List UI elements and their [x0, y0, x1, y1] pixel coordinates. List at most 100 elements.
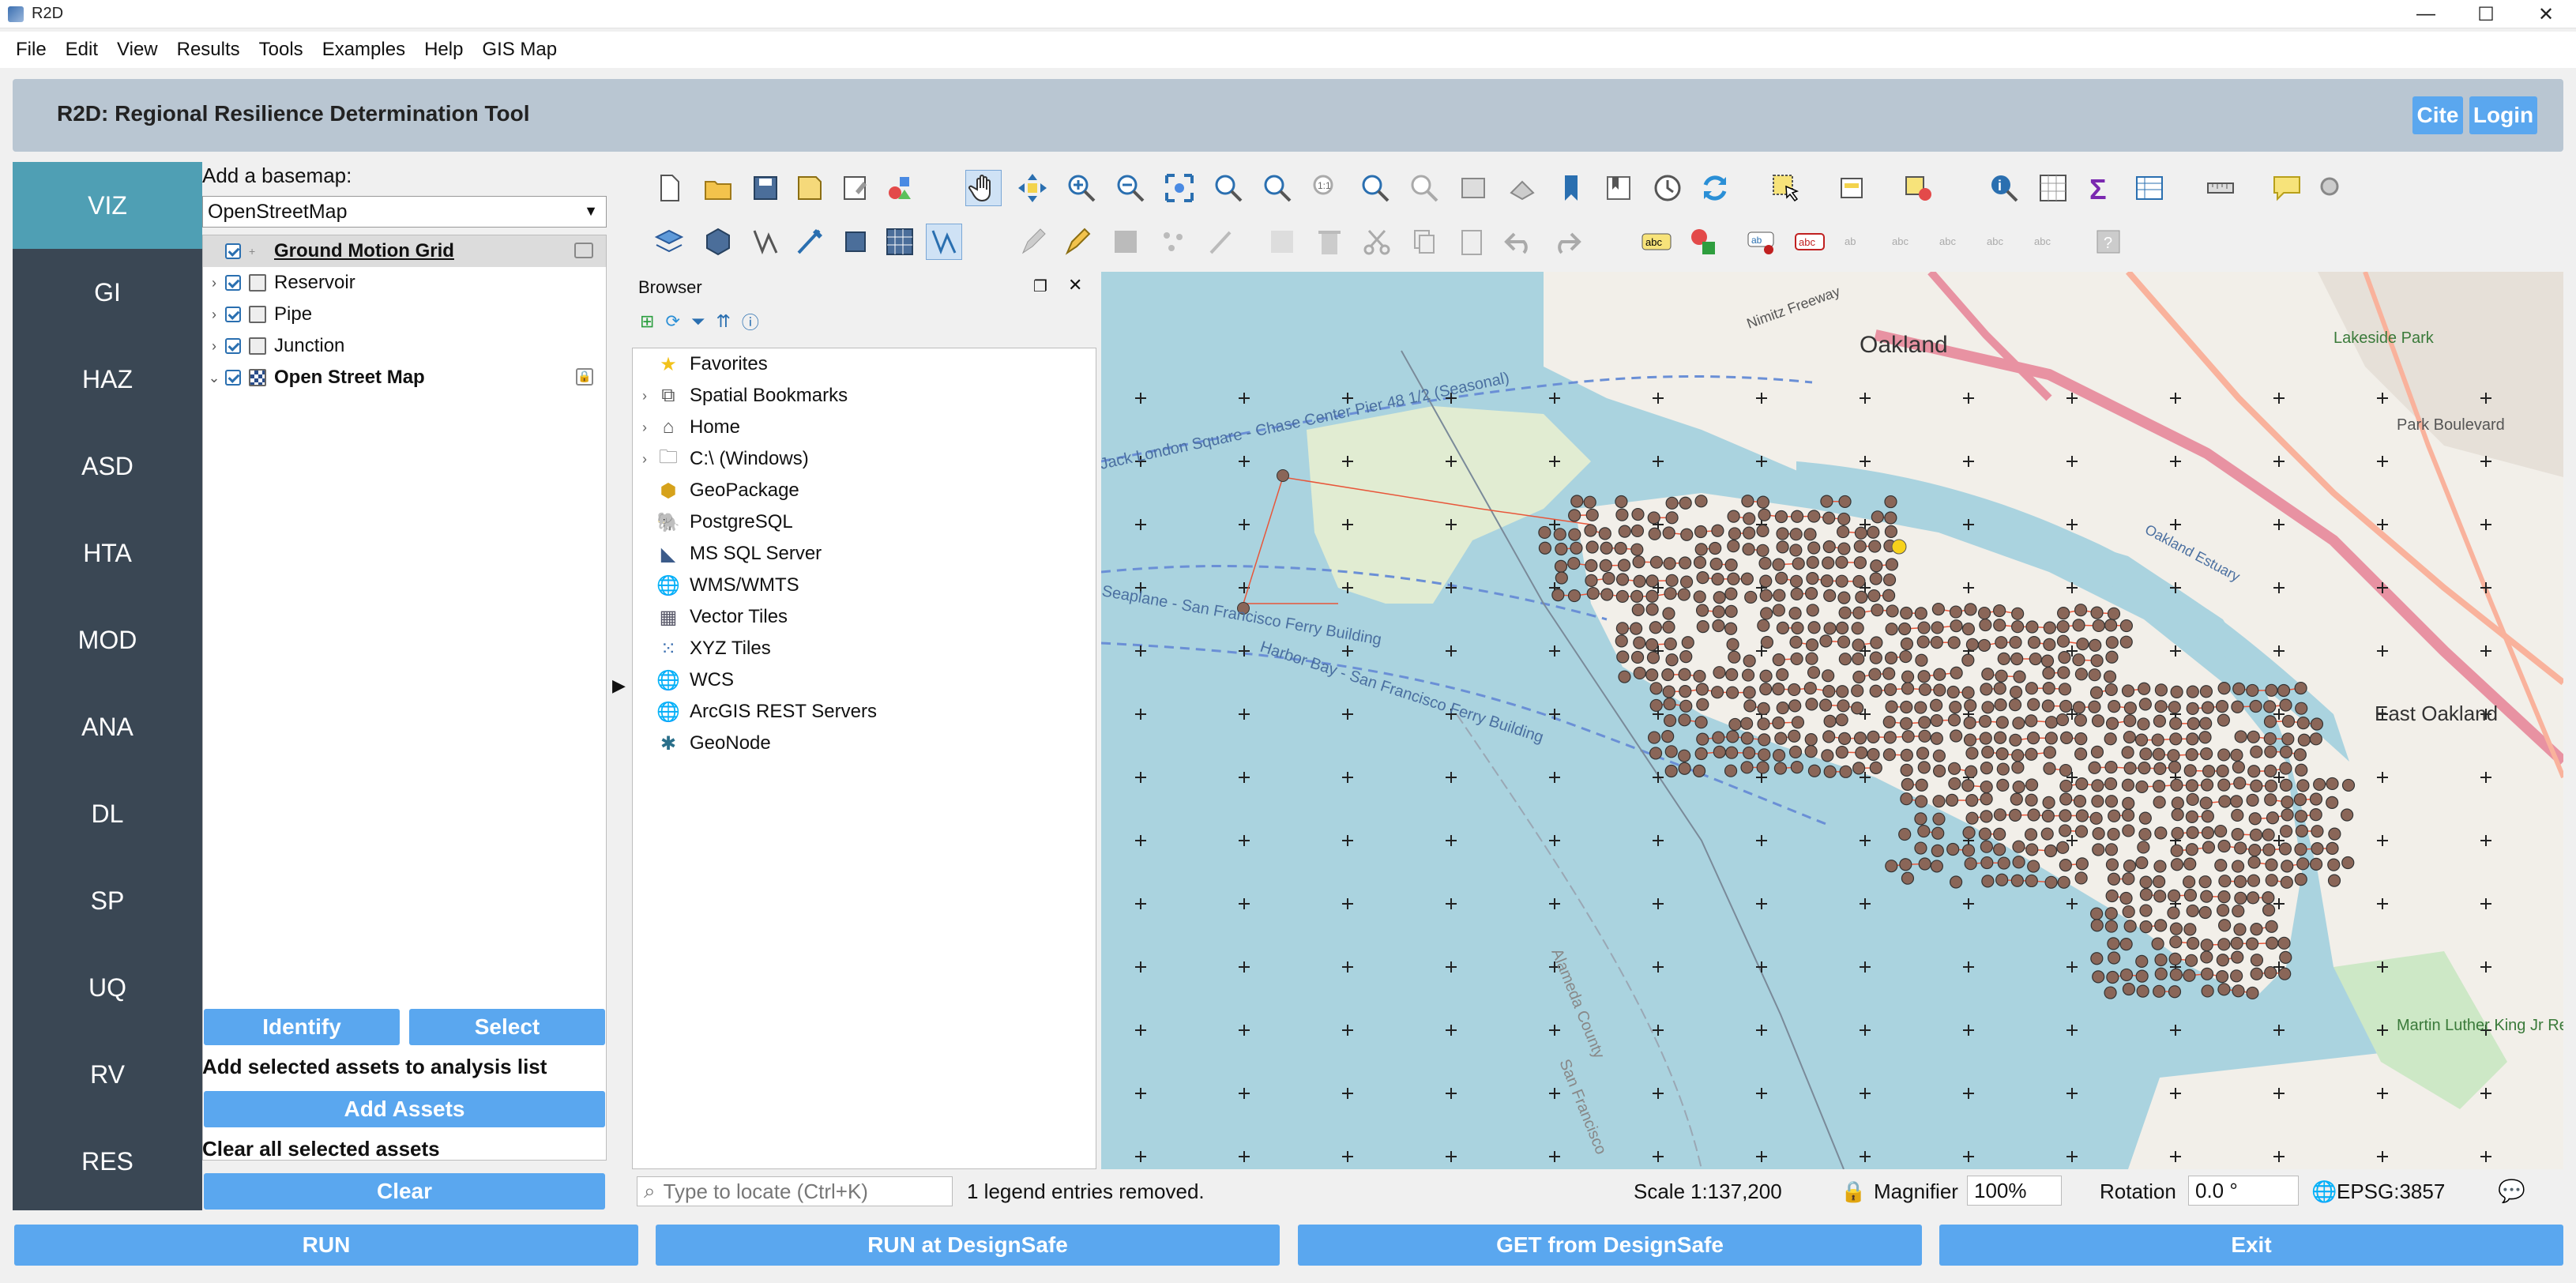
change-label-icon[interactable]: abc	[1981, 224, 2018, 260]
get-designsafe-button[interactable]: GET from DesignSafe	[1298, 1225, 1922, 1266]
lock-icon[interactable]: 🔒	[1841, 1180, 1866, 1204]
label-properties-icon[interactable]: abc	[2029, 224, 2065, 260]
nav-asd[interactable]: ASD	[13, 423, 202, 510]
new-geopackage-layer-icon[interactable]	[700, 224, 736, 260]
delete-selected-icon[interactable]	[1311, 224, 1348, 260]
attribute-table-icon[interactable]	[2131, 170, 2168, 206]
zoom-next-icon[interactable]	[1406, 170, 1442, 206]
browser-item[interactable]: ⬢ GeoPackage	[633, 475, 1096, 506]
deselect-icon[interactable]	[1901, 170, 1937, 206]
nav-viz[interactable]: VIZ	[13, 162, 202, 249]
close-panel-icon[interactable]: ✕	[1068, 275, 1082, 295]
exit-button[interactable]: Exit	[1939, 1225, 2563, 1266]
nav-ana[interactable]: ANA	[13, 683, 202, 770]
chevron-right-icon[interactable]: ›	[203, 275, 225, 292]
show-hide-labels-icon[interactable]: abc	[1886, 224, 1923, 260]
browser-item[interactable]: ⁙ XYZ Tiles	[633, 633, 1096, 664]
menu-results[interactable]: Results	[167, 34, 250, 66]
menu-help[interactable]: Help	[415, 34, 472, 66]
nav-haz[interactable]: HAZ	[13, 336, 202, 423]
chevron-right-icon[interactable]: ›	[203, 307, 225, 323]
browser-item[interactable]: 🐘 PostgreSQL	[633, 506, 1096, 538]
browser-item[interactable]: ★ Favorites	[633, 348, 1096, 380]
show-bookmarks-icon[interactable]	[1600, 170, 1637, 206]
print-layout-icon[interactable]	[837, 170, 874, 206]
layer-row-ground-motion-grid[interactable]: + Ground Motion Grid	[203, 235, 606, 267]
style-manager-icon[interactable]	[882, 170, 918, 206]
add-layer-icon[interactable]	[651, 224, 687, 260]
new-3d-map-icon[interactable]	[1504, 170, 1540, 206]
select-features-icon[interactable]	[1768, 170, 1804, 206]
copy-features-icon[interactable]	[1406, 224, 1442, 260]
chevron-down-icon[interactable]: ⌄	[203, 370, 225, 386]
browser-item[interactable]: › ⧉ Spatial Bookmarks	[633, 380, 1096, 412]
new-bookmark-icon[interactable]	[1553, 170, 1589, 206]
messages-icon[interactable]: 💬	[2498, 1178, 2525, 1204]
nav-uq[interactable]: UQ	[13, 944, 202, 1031]
collapse-all-icon[interactable]: ⇈	[716, 311, 730, 332]
rotate-label-icon[interactable]: abc	[1934, 224, 1970, 260]
nav-sp[interactable]: SP	[13, 857, 202, 944]
diagram-options-icon[interactable]	[1686, 224, 1722, 260]
save-as-icon[interactable]	[792, 170, 828, 206]
new-project-icon[interactable]	[651, 170, 687, 206]
vertex-tool-icon[interactable]	[1204, 224, 1240, 260]
add-feature-icon[interactable]	[1155, 224, 1191, 260]
modify-attributes-icon[interactable]	[1264, 224, 1300, 260]
refresh-icon[interactable]: ⟳	[665, 311, 679, 332]
select-by-value-icon[interactable]	[1834, 170, 1871, 206]
browser-item[interactable]: › ⌂ Home	[633, 412, 1096, 443]
pin-labels-icon[interactable]: ab	[1744, 224, 1781, 260]
chevron-right-icon[interactable]: ›	[203, 338, 225, 355]
browser-item[interactable]: ✱ GeoNode	[633, 728, 1096, 759]
browser-item[interactable]: ▦ Vector Tiles	[633, 601, 1096, 633]
zoom-last-icon[interactable]	[1357, 170, 1393, 206]
layer-row-reservoir[interactable]: › Reservoir	[203, 267, 606, 299]
zoom-to-layer-icon[interactable]	[1259, 170, 1296, 206]
undo-icon[interactable]	[1501, 224, 1537, 260]
layer-visible-checkbox[interactable]	[225, 243, 241, 259]
browser-item[interactable]: 🌐 WMS/WMTS	[633, 570, 1096, 601]
refresh-icon[interactable]	[1697, 170, 1733, 206]
menu-edit[interactable]: Edit	[56, 34, 107, 66]
help-icon[interactable]: ?	[2090, 224, 2127, 260]
zoom-in-icon[interactable]	[1063, 170, 1100, 206]
identify-button[interactable]: Identify	[204, 1009, 400, 1045]
basemap-select[interactable]: OpenStreetMap ▼	[202, 196, 607, 228]
cut-features-icon[interactable]	[1359, 224, 1395, 260]
lock-icon[interactable]: 🔒	[576, 368, 593, 386]
zoom-native-icon[interactable]: 1:1	[1308, 170, 1344, 206]
chevron-right-icon[interactable]: ›	[633, 388, 656, 404]
measure-line-icon[interactable]	[2202, 170, 2239, 206]
maximize-button[interactable]: ☐	[2456, 0, 2516, 28]
float-panel-icon[interactable]: ❐	[1033, 277, 1047, 296]
zoom-full-icon[interactable]	[1161, 170, 1198, 206]
highlight-labels-icon[interactable]: abc	[1792, 224, 1828, 260]
digitize-icon[interactable]	[747, 224, 784, 260]
create-memory-layer-icon[interactable]	[837, 224, 874, 260]
annotation-tool-icon[interactable]	[2313, 170, 2349, 206]
pan-to-selection-icon[interactable]	[1014, 170, 1051, 206]
crs-button[interactable]: EPSG:3857	[2337, 1180, 2445, 1204]
select-button[interactable]: Select	[409, 1009, 605, 1045]
layer-style-icon[interactable]	[574, 243, 593, 258]
label-toolbar-icon[interactable]: abc	[1638, 224, 1675, 260]
menu-examples[interactable]: Examples	[313, 34, 415, 66]
grid-tool-icon[interactable]	[882, 224, 918, 260]
map-canvas[interactable]: Oakland East Oakland Lakeside Park Park …	[1101, 272, 2563, 1169]
cite-button[interactable]: Cite	[2412, 96, 2463, 134]
layer-visible-checkbox[interactable]	[225, 370, 241, 386]
collapse-panel-arrow-icon[interactable]: ▶	[612, 675, 626, 696]
browser-item[interactable]: ◣ MS SQL Server	[633, 538, 1096, 570]
pan-map-icon[interactable]	[965, 170, 1002, 206]
run-designsafe-button[interactable]: RUN at DesignSafe	[656, 1225, 1280, 1266]
browser-item[interactable]: 🌐 WCS	[633, 664, 1096, 696]
redo-icon[interactable]	[1548, 224, 1585, 260]
rotation-spinbox[interactable]: 0.0 °	[2188, 1176, 2299, 1206]
menu-gis-map[interactable]: GIS Map	[472, 34, 566, 66]
nav-rv[interactable]: RV	[13, 1031, 202, 1118]
nav-gi[interactable]: GI	[13, 249, 202, 336]
zoom-to-selection-icon[interactable]	[1210, 170, 1247, 206]
filter-icon[interactable]: ⏷	[691, 311, 705, 332]
minimize-button[interactable]: —	[2396, 0, 2456, 28]
